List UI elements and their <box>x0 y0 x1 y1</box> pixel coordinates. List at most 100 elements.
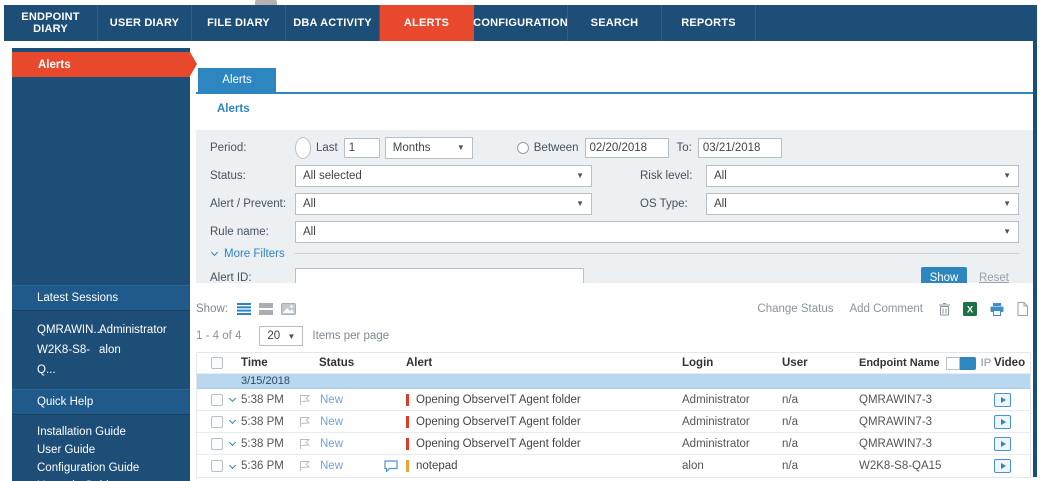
row-checkbox[interactable] <box>211 393 223 406</box>
from-date-input[interactable] <box>584 137 669 158</box>
top-nav: ENDPOINT DIARY USER DIARY FILE DIARY DBA… <box>4 5 1037 41</box>
more-filters-label: More Filters <box>224 247 285 260</box>
row-alert-text[interactable]: Opening ObserveIT Agent folder <box>416 416 581 428</box>
filter-row-status: Status: All selected ▼ Risk level: All ▼ <box>210 164 1019 187</box>
period-unit-select[interactable]: Months ▼ <box>384 136 473 159</box>
link-installation-guide[interactable]: Installation Guide <box>37 423 190 441</box>
row-checkbox[interactable] <box>211 437 223 450</box>
flag-icon[interactable] <box>299 460 311 472</box>
play-video-button[interactable] <box>994 436 1011 451</box>
sidebar-item-alerts[interactable]: Alerts <box>12 52 197 77</box>
row-alert-text[interactable]: Opening ObserveIT Agent folder <box>416 438 581 450</box>
period-last-value-input[interactable] <box>343 137 380 158</box>
change-status-button[interactable]: Change Status <box>757 303 833 315</box>
play-video-button[interactable] <box>994 459 1011 473</box>
row-time: 5:38 PM <box>241 437 284 450</box>
tab-alerts[interactable]: Alerts <box>198 68 276 92</box>
header-time[interactable]: Time <box>241 357 299 369</box>
row-checkbox[interactable] <box>211 415 223 428</box>
results-toolbar: Show: Change Status Add Comment X <box>196 300 1033 318</box>
flag-icon[interactable] <box>299 416 311 428</box>
risk-level-label: Risk level: <box>640 169 693 182</box>
alert-id-input[interactable] <box>295 267 584 283</box>
row-status-link[interactable]: New <box>320 438 343 450</box>
row-status-link[interactable]: New <box>320 416 343 428</box>
image-view-icon[interactable] <box>280 303 296 315</box>
sidebar: Alerts Latest Sessions QMRAWIN... Admini… <box>12 48 197 481</box>
latest-sessions-title: Latest Sessions <box>37 292 119 304</box>
play-video-button[interactable] <box>994 414 1011 429</box>
endpoint-ip-toggle[interactable] <box>945 356 976 370</box>
show-button[interactable]: Show <box>920 267 967 283</box>
os-type-select[interactable]: All ▼ <box>706 192 1019 215</box>
row-login: alon <box>682 460 704 472</box>
nav-dba-activity[interactable]: DBA ACTIVITY <box>286 5 380 41</box>
link-user-guide[interactable]: User Guide <box>37 441 190 459</box>
expand-row-icon[interactable] <box>228 438 236 447</box>
rule-name-select[interactable]: All ▼ <box>295 220 1019 243</box>
risk-level-select[interactable]: All ▼ <box>706 164 1019 187</box>
delete-icon[interactable] <box>939 302 950 316</box>
header-ip[interactable]: IP <box>981 357 991 369</box>
header-endpoint: Endpoint Name IP <box>859 356 994 370</box>
session-item[interactable]: W2K8-S8-Q... alon <box>37 340 190 380</box>
export-pdf-icon[interactable] <box>1017 302 1028 316</box>
status-value: All selected <box>303 169 362 182</box>
nav-configuration[interactable]: CONFIGURATION <box>473 5 568 41</box>
period-between-radio[interactable] <box>516 141 529 154</box>
status-select[interactable]: All selected ▼ <box>295 164 592 187</box>
comment-icon[interactable] <box>384 460 398 472</box>
row-alert-text[interactable]: notepad <box>416 460 458 472</box>
header-status[interactable]: Status <box>299 357 384 369</box>
os-type-value: All <box>714 197 727 210</box>
link-upgrade-guide[interactable]: Upgrade Guide <box>37 477 190 481</box>
alert-id-label: Alert ID: <box>210 271 252 284</box>
flag-icon[interactable] <box>299 438 311 450</box>
nav-search[interactable]: SEARCH <box>568 5 662 41</box>
rule-name-value: All <box>303 225 316 238</box>
header-login[interactable]: Login <box>682 357 782 369</box>
nav-reports[interactable]: REPORTS <box>662 5 756 41</box>
expand-row-icon[interactable] <box>228 394 236 403</box>
print-icon[interactable] <box>990 302 1004 316</box>
play-icon <box>1000 463 1006 469</box>
link-configuration-guide[interactable]: Configuration Guide <box>37 459 190 477</box>
expand-row-icon[interactable] <box>228 416 236 425</box>
row-status-link[interactable]: New <box>320 460 343 472</box>
nav-endpoint-diary[interactable]: ENDPOINT DIARY <box>4 5 98 41</box>
play-icon <box>1000 418 1006 425</box>
header-endpoint-name[interactable]: Endpoint Name <box>859 357 940 369</box>
more-filters-toggle[interactable]: More Filters <box>210 248 285 260</box>
reset-link[interactable]: Reset <box>979 272 1009 284</box>
row-status-link[interactable]: New <box>320 394 343 406</box>
rule-name-label: Rule name: <box>210 225 269 238</box>
select-all-checkbox[interactable] <box>211 357 223 369</box>
to-date-input[interactable] <box>697 137 782 158</box>
row-alert-text[interactable]: Opening ObserveIT Agent folder <box>416 394 581 406</box>
alert-prevent-select[interactable]: All ▼ <box>295 192 592 215</box>
play-video-button[interactable] <box>994 392 1011 407</box>
flag-icon[interactable] <box>299 394 311 406</box>
row-checkbox[interactable] <box>211 460 223 472</box>
nav-user-diary[interactable]: USER DIARY <box>98 5 192 41</box>
header-alert[interactable]: Alert <box>406 357 682 369</box>
header-user[interactable]: User <box>782 357 859 369</box>
quick-help-links: Installation Guide User Guide Configurat… <box>12 415 190 481</box>
period-last-radio[interactable] <box>295 136 311 159</box>
export-excel-icon[interactable]: X <box>963 302 977 316</box>
nav-file-diary[interactable]: FILE DIARY <box>192 5 286 41</box>
row-time: 5:38 PM <box>241 393 284 406</box>
list-view-icon[interactable] <box>236 303 251 315</box>
view-show-label: Show: <box>196 303 228 315</box>
svg-text:X: X <box>967 305 974 316</box>
severity-bar <box>406 415 409 428</box>
page-size-select[interactable]: 20 ▼ <box>259 326 304 346</box>
quick-help-header: Quick Help <box>12 389 190 415</box>
session-item[interactable]: QMRAWIN... Administrator <box>37 320 190 340</box>
breadcrumb[interactable]: Alerts <box>217 103 250 115</box>
nav-alerts[interactable]: ALERTS <box>380 5 474 41</box>
detail-view-icon[interactable] <box>258 303 273 315</box>
expand-row-icon[interactable] <box>228 461 236 469</box>
session-endpoint: W2K8-S8-Q... <box>37 344 91 376</box>
add-comment-button[interactable]: Add Comment <box>849 303 923 315</box>
